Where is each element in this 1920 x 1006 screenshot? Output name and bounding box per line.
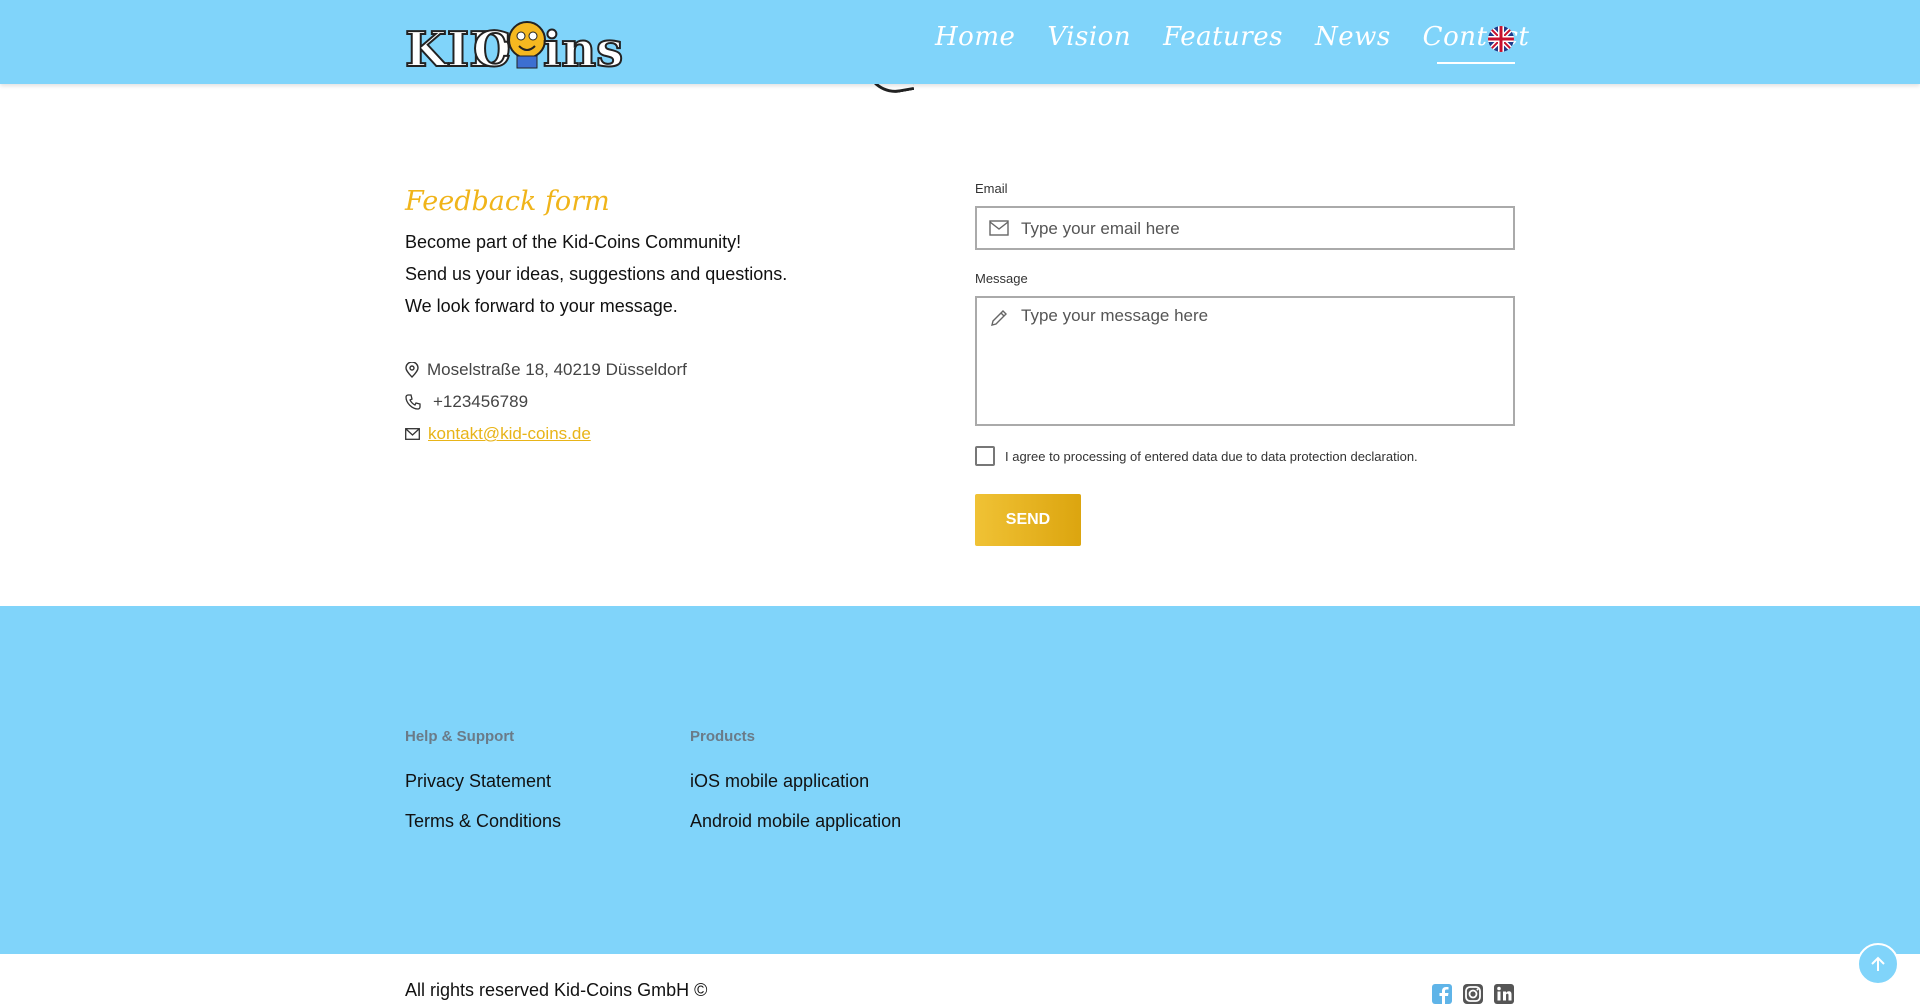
envelope-icon xyxy=(989,220,1009,236)
email-label: Email xyxy=(975,181,1008,196)
instagram-icon[interactable] xyxy=(1462,983,1484,1005)
products-heading: Products xyxy=(690,728,756,745)
nav-home[interactable]: Home xyxy=(935,22,1015,52)
consent-row: I agree to processing of entered data du… xyxy=(975,446,1418,466)
feedback-line-3: We look forward to your message. xyxy=(405,296,678,316)
svg-text:C: C xyxy=(473,22,511,74)
feedback-line-1: Become part of the Kid-Coins Community! xyxy=(405,232,742,252)
privacy-statement-link[interactable]: Privacy Statement xyxy=(405,771,551,792)
location-pin-icon xyxy=(405,362,419,378)
send-button[interactable]: SEND xyxy=(975,494,1081,546)
nav-news[interactable]: News xyxy=(1315,22,1391,52)
copyright-text: All rights reserved Kid-Coins GmbH © xyxy=(405,980,708,1000)
email-link[interactable]: kontakt@kid-coins.de xyxy=(428,424,591,444)
phone-icon xyxy=(405,394,421,410)
arrow-up-icon xyxy=(1871,956,1885,971)
phone-text: +123456789 xyxy=(433,392,529,411)
consent-checkbox[interactable] xyxy=(975,446,995,466)
main-nav: Home Vision Features News Contact xyxy=(935,22,1529,64)
site-header: KID C ins Home Vision Features News Cont… xyxy=(0,0,1920,84)
terms-conditions-link[interactable]: Terms & Conditions xyxy=(405,811,561,832)
android-app-link[interactable]: Android mobile application xyxy=(690,811,901,832)
pencil-icon xyxy=(991,310,1007,326)
ios-app-link[interactable]: iOS mobile application xyxy=(690,771,869,792)
address-row: Moselstraße 18, 40219 Düsseldorf xyxy=(405,360,687,380)
email-field[interactable]: Type your email here xyxy=(975,206,1515,250)
email-row: kontakt@kid-coins.de xyxy=(405,424,591,444)
message-field[interactable]: Type your message here xyxy=(975,296,1515,426)
site-footer: Help & Support Privacy Statement Terms &… xyxy=(0,606,1920,954)
facebook-icon[interactable] xyxy=(1431,983,1453,1005)
kid-coins-logo[interactable]: KID C ins xyxy=(405,10,635,74)
feedback-title: Feedback form xyxy=(405,186,610,217)
linkedin-icon[interactable] xyxy=(1493,983,1515,1005)
svg-text:ins: ins xyxy=(543,22,623,74)
message-placeholder: Type your message here xyxy=(1021,306,1209,325)
nav-vision[interactable]: Vision xyxy=(1047,22,1131,52)
nav-features[interactable]: Features xyxy=(1163,22,1283,52)
phone-row: +123456789 xyxy=(405,392,528,412)
feedback-line-2: Send us your ideas, suggestions and ques… xyxy=(405,264,788,284)
scroll-to-top-button[interactable] xyxy=(1857,943,1899,985)
uk-flag-icon[interactable] xyxy=(1488,26,1514,52)
message-label: Message xyxy=(975,271,1028,286)
consent-text: I agree to processing of entered data du… xyxy=(1005,448,1418,464)
envelope-icon xyxy=(405,428,420,440)
email-placeholder: Type your email here xyxy=(1021,219,1180,238)
help-support-heading: Help & Support xyxy=(405,728,515,745)
address-text: Moselstraße 18, 40219 Düsseldorf xyxy=(427,360,687,379)
